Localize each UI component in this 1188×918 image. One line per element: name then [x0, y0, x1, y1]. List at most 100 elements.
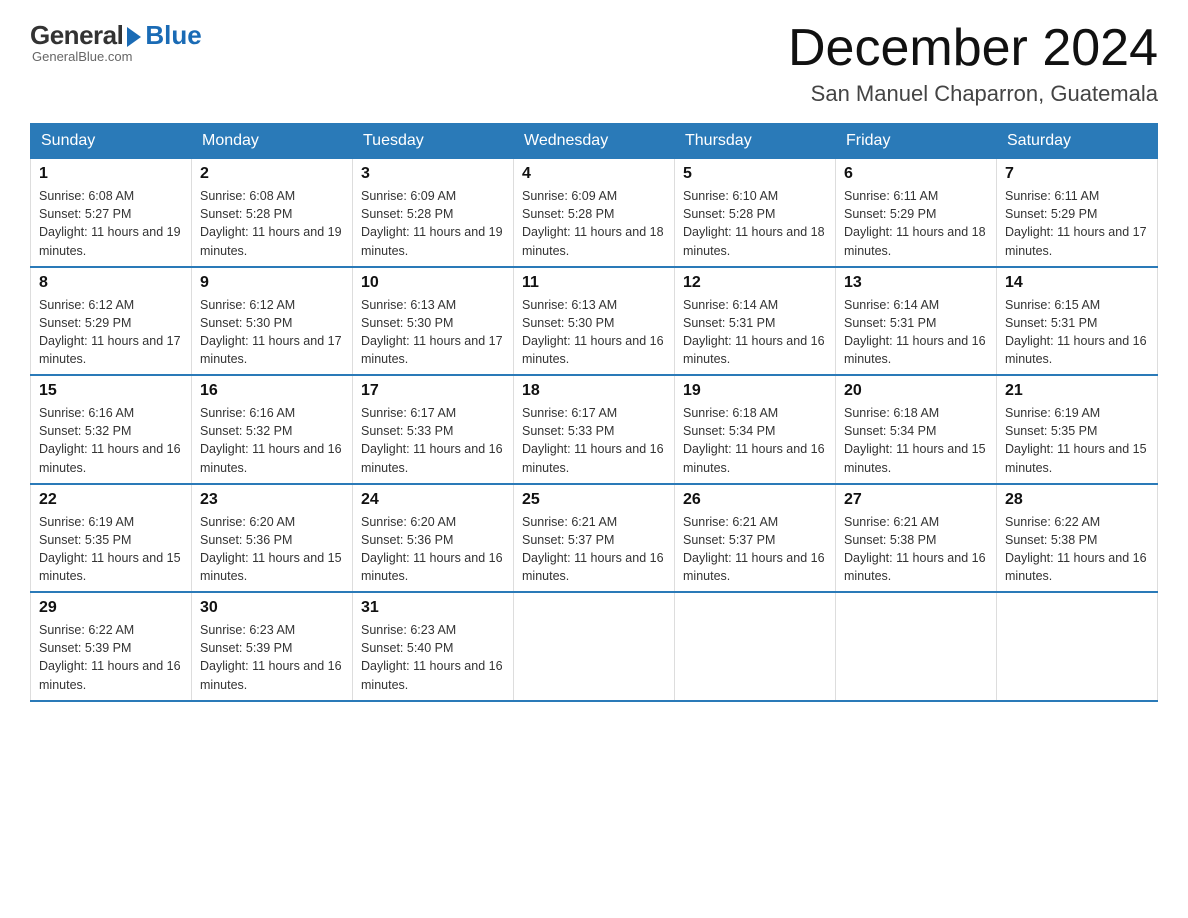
day-number: 21 [1005, 382, 1149, 400]
calendar-cell [675, 592, 836, 701]
calendar-cell: 9 Sunrise: 6:12 AMSunset: 5:30 PMDaylight… [192, 267, 353, 376]
day-number: 5 [683, 165, 827, 183]
logo-tagline: GeneralBlue.com [32, 49, 132, 64]
day-info: Sunrise: 6:19 AMSunset: 5:35 PMDaylight:… [39, 513, 183, 586]
calendar-table: SundayMondayTuesdayWednesdayThursdayFrid… [30, 123, 1158, 702]
day-number: 9 [200, 274, 344, 292]
day-info: Sunrise: 6:20 AMSunset: 5:36 PMDaylight:… [361, 513, 505, 586]
day-info: Sunrise: 6:13 AMSunset: 5:30 PMDaylight:… [522, 296, 666, 369]
calendar-cell: 6Sunrise: 6:11 AMSunset: 5:29 PMDaylight… [836, 159, 997, 267]
weekday-header-friday: Friday [836, 124, 997, 159]
day-number: 29 [39, 599, 183, 617]
calendar-cell: 15 Sunrise: 6:16 AMSunset: 5:32 PMDayligh… [31, 375, 192, 484]
day-number: 12 [683, 274, 827, 292]
calendar-cell: 14 Sunrise: 6:15 AMSunset: 5:31 PMDayligh… [997, 267, 1158, 376]
day-number: 30 [200, 599, 344, 617]
day-number: 14 [1005, 274, 1149, 292]
day-info: Sunrise: 6:12 AMSunset: 5:30 PMDaylight:… [200, 296, 344, 369]
calendar-cell: 24 Sunrise: 6:20 AMSunset: 5:36 PMDayligh… [353, 484, 514, 593]
calendar-cell: 11 Sunrise: 6:13 AMSunset: 5:30 PMDayligh… [514, 267, 675, 376]
day-info: Sunrise: 6:21 AMSunset: 5:38 PMDaylight:… [844, 513, 988, 586]
logo-blue-text: Blue [145, 20, 201, 51]
day-number: 17 [361, 382, 505, 400]
calendar-cell: 4 Sunrise: 6:09 AMSunset: 5:28 PMDaylight… [514, 159, 675, 267]
logo-general-text: General [30, 20, 123, 51]
weekday-header-thursday: Thursday [675, 124, 836, 159]
calendar-cell: 12 Sunrise: 6:14 AMSunset: 5:31 PMDayligh… [675, 267, 836, 376]
weekday-header-monday: Monday [192, 124, 353, 159]
calendar-cell: 19 Sunrise: 6:18 AMSunset: 5:34 PMDayligh… [675, 375, 836, 484]
calendar-cell [997, 592, 1158, 701]
calendar-cell: 28 Sunrise: 6:22 AMSunset: 5:38 PMDayligh… [997, 484, 1158, 593]
calendar-cell: 3 Sunrise: 6:09 AMSunset: 5:28 PMDaylight… [353, 159, 514, 267]
day-info: Sunrise: 6:08 AMSunset: 5:28 PMDaylight:… [200, 187, 344, 260]
calendar-cell: 8 Sunrise: 6:12 AMSunset: 5:29 PMDaylight… [31, 267, 192, 376]
calendar-cell: 17Sunrise: 6:17 AMSunset: 5:33 PMDayligh… [353, 375, 514, 484]
day-number: 19 [683, 382, 827, 400]
day-number: 28 [1005, 491, 1149, 509]
week-row-5: 29 Sunrise: 6:22 AMSunset: 5:39 PMDayligh… [31, 592, 1158, 701]
day-info: Sunrise: 6:16 AMSunset: 5:32 PMDaylight:… [39, 404, 183, 477]
calendar-cell [836, 592, 997, 701]
month-title: December 2024 [788, 20, 1158, 77]
day-info: Sunrise: 6:23 AMSunset: 5:39 PMDaylight:… [200, 621, 344, 694]
day-number: 20 [844, 382, 988, 400]
calendar-cell: 2 Sunrise: 6:08 AMSunset: 5:28 PMDaylight… [192, 159, 353, 267]
day-info: Sunrise: 6:16 AMSunset: 5:32 PMDaylight:… [200, 404, 344, 477]
day-info: Sunrise: 6:22 AMSunset: 5:39 PMDaylight:… [39, 621, 183, 694]
day-info: Sunrise: 6:13 AMSunset: 5:30 PMDaylight:… [361, 296, 505, 369]
day-number: 6 [844, 165, 988, 183]
day-info: Sunrise: 6:20 AMSunset: 5:36 PMDaylight:… [200, 513, 344, 586]
day-number: 16 [200, 382, 344, 400]
weekday-header-sunday: Sunday [31, 124, 192, 159]
day-number: 26 [683, 491, 827, 509]
calendar-cell: 25 Sunrise: 6:21 AMSunset: 5:37 PMDayligh… [514, 484, 675, 593]
day-info: Sunrise: 6:09 AMSunset: 5:28 PMDaylight:… [361, 187, 505, 260]
day-number: 7 [1005, 165, 1149, 183]
page-header: General Blue GeneralBlue.com December 20… [30, 20, 1158, 107]
day-info: Sunrise: 6:21 AMSunset: 5:37 PMDaylight:… [522, 513, 666, 586]
day-number: 25 [522, 491, 666, 509]
day-info: Sunrise: 6:17 AMSunset: 5:33 PMDaylight:… [522, 404, 666, 477]
calendar-cell: 10 Sunrise: 6:13 AMSunset: 5:30 PMDayligh… [353, 267, 514, 376]
calendar-cell: 13Sunrise: 6:14 AMSunset: 5:31 PMDayligh… [836, 267, 997, 376]
day-number: 1 [39, 165, 183, 183]
day-info: Sunrise: 6:21 AMSunset: 5:37 PMDaylight:… [683, 513, 827, 586]
calendar-cell: 23 Sunrise: 6:20 AMSunset: 5:36 PMDayligh… [192, 484, 353, 593]
day-info: Sunrise: 6:08 AMSunset: 5:27 PMDaylight:… [39, 187, 183, 260]
day-number: 4 [522, 165, 666, 183]
day-number: 22 [39, 491, 183, 509]
day-number: 10 [361, 274, 505, 292]
calendar-cell: 30 Sunrise: 6:23 AMSunset: 5:39 PMDayligh… [192, 592, 353, 701]
day-number: 8 [39, 274, 183, 292]
week-row-3: 15 Sunrise: 6:16 AMSunset: 5:32 PMDayligh… [31, 375, 1158, 484]
title-section: December 2024 San Manuel Chaparron, Guat… [788, 20, 1158, 107]
calendar-cell: 7Sunrise: 6:11 AMSunset: 5:29 PMDaylight… [997, 159, 1158, 267]
day-info: Sunrise: 6:12 AMSunset: 5:29 PMDaylight:… [39, 296, 183, 369]
day-number: 3 [361, 165, 505, 183]
day-number: 15 [39, 382, 183, 400]
day-info: Sunrise: 6:22 AMSunset: 5:38 PMDaylight:… [1005, 513, 1149, 586]
day-info: Sunrise: 6:18 AMSunset: 5:34 PMDaylight:… [683, 404, 827, 477]
week-row-4: 22 Sunrise: 6:19 AMSunset: 5:35 PMDayligh… [31, 484, 1158, 593]
day-number: 24 [361, 491, 505, 509]
calendar-cell: 29 Sunrise: 6:22 AMSunset: 5:39 PMDayligh… [31, 592, 192, 701]
calendar-cell: 21 Sunrise: 6:19 AMSunset: 5:35 PMDayligh… [997, 375, 1158, 484]
day-number: 2 [200, 165, 344, 183]
day-info: Sunrise: 6:14 AMSunset: 5:31 PMDaylight:… [683, 296, 827, 369]
day-number: 23 [200, 491, 344, 509]
weekday-header-saturday: Saturday [997, 124, 1158, 159]
calendar-cell: 27 Sunrise: 6:21 AMSunset: 5:38 PMDayligh… [836, 484, 997, 593]
day-info: Sunrise: 6:10 AMSunset: 5:28 PMDaylight:… [683, 187, 827, 260]
day-info: Sunrise: 6:09 AMSunset: 5:28 PMDaylight:… [522, 187, 666, 260]
calendar-cell: 22 Sunrise: 6:19 AMSunset: 5:35 PMDayligh… [31, 484, 192, 593]
day-info: Sunrise: 6:19 AMSunset: 5:35 PMDaylight:… [1005, 404, 1149, 477]
day-info: Sunrise: 6:15 AMSunset: 5:31 PMDaylight:… [1005, 296, 1149, 369]
week-row-2: 8 Sunrise: 6:12 AMSunset: 5:29 PMDaylight… [31, 267, 1158, 376]
calendar-cell: 31Sunrise: 6:23 AMSunset: 5:40 PMDayligh… [353, 592, 514, 701]
day-number: 27 [844, 491, 988, 509]
day-number: 13 [844, 274, 988, 292]
location-title: San Manuel Chaparron, Guatemala [788, 81, 1158, 107]
day-number: 11 [522, 274, 666, 292]
weekday-header-row: SundayMondayTuesdayWednesdayThursdayFrid… [31, 124, 1158, 159]
